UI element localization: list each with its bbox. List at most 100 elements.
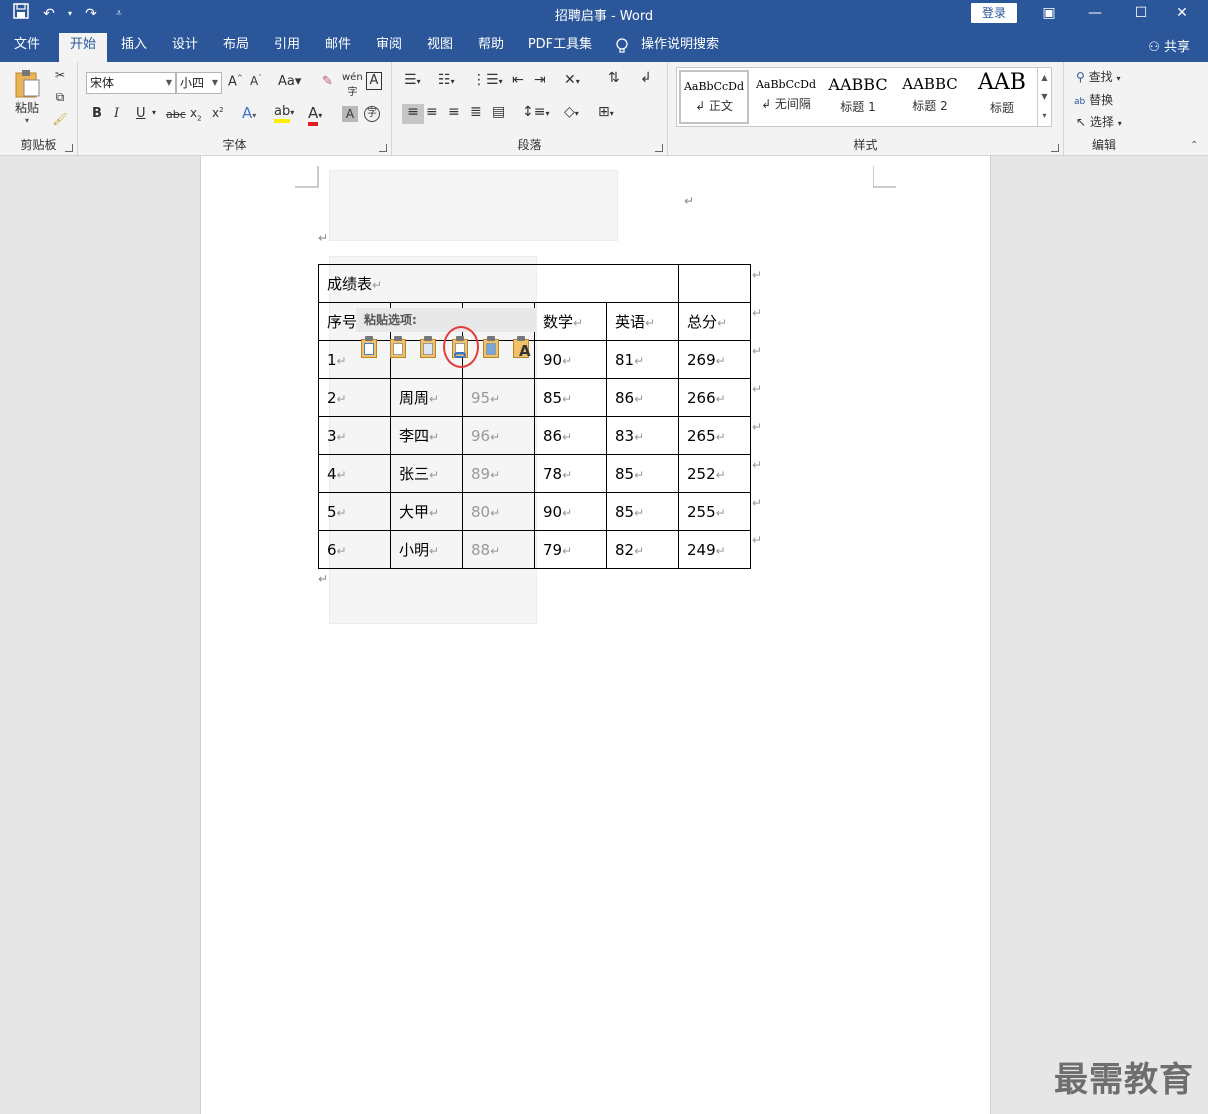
tab-review[interactable]: 审阅 [369, 33, 409, 62]
tab-references[interactable]: 引用 [267, 33, 307, 62]
table-cell[interactable]: 85↵ [606, 454, 679, 493]
table-header-cell[interactable]: 英语↵ [606, 302, 679, 341]
table-cell[interactable] [678, 264, 751, 303]
paste-picture-icon[interactable] [480, 336, 504, 360]
table-cell[interactable]: 85↵ [606, 492, 679, 531]
tab-view[interactable]: 视图 [420, 33, 460, 62]
maximize-icon[interactable]: ☐ [1118, 2, 1164, 24]
paragraph-launcher-icon[interactable] [655, 144, 663, 152]
gallery-scroll[interactable]: ▲ ▼ ▾ [1037, 68, 1051, 126]
paste-button[interactable]: 粘贴 ▾ [10, 68, 44, 125]
text-effects-icon[interactable]: A▾ [242, 104, 256, 122]
sort-icon[interactable]: ⇅ [608, 70, 620, 86]
tell-me-search[interactable]: 操作说明搜索 [638, 33, 722, 62]
table-cell[interactable]: 6↵ [318, 530, 391, 569]
table-cell[interactable]: 李四↵ [390, 416, 463, 455]
format-painter-icon[interactable]: 🖌 [52, 112, 68, 126]
table-cell[interactable]: 96↵ [462, 416, 535, 455]
collapse-ribbon-icon[interactable]: ⌃ [1190, 140, 1198, 151]
enclose-characters-icon[interactable]: 字 [364, 106, 380, 122]
show-formatting-icon[interactable]: ↲ [640, 70, 652, 86]
superscript-icon[interactable]: x2 [212, 106, 224, 120]
font-size-combo[interactable]: 小四 ▼ [176, 72, 222, 94]
gallery-more-icon[interactable]: ▾ [1038, 106, 1051, 125]
chevron-down-icon[interactable]: ▼ [1038, 87, 1051, 106]
font-color-icon[interactable]: A▾ [308, 104, 322, 126]
paste-insert-rows-icon[interactable] [417, 336, 441, 360]
table-cell[interactable]: 83↵ [606, 416, 679, 455]
style-heading-2[interactable]: AABBC 标题 2 [895, 70, 965, 124]
align-right-icon[interactable]: ≡ [448, 104, 460, 120]
increase-indent-icon[interactable]: ⇥ [534, 72, 546, 88]
italic-icon[interactable]: I [114, 106, 119, 121]
select-button[interactable]: ↖ 选择 ▾ [1076, 113, 1122, 130]
minimize-icon[interactable]: — [1072, 2, 1118, 24]
table-cell[interactable]: 79↵ [534, 530, 607, 569]
table-cell[interactable]: 周周↵ [390, 378, 463, 417]
line-spacing-icon[interactable]: ↕≡▾ [522, 104, 549, 120]
table-cell[interactable]: 88↵ [462, 530, 535, 569]
table-cell[interactable]: 255↵ [678, 492, 751, 531]
distributed-icon[interactable]: ▤ [492, 104, 505, 120]
character-border-icon[interactable]: A [366, 72, 382, 90]
style-normal[interactable]: AaBbCcDd ↲ 正文 [679, 70, 749, 124]
decrease-indent-icon[interactable]: ⇤ [512, 72, 524, 88]
table-cell[interactable]: 90↵ [534, 492, 607, 531]
table-cell[interactable]: 95↵ [462, 378, 535, 417]
table-cell[interactable]: 85↵ [534, 378, 607, 417]
table-cell[interactable]: 266↵ [678, 378, 751, 417]
tab-mailings[interactable]: 邮件 [318, 33, 358, 62]
tab-design[interactable]: 设计 [165, 33, 205, 62]
style-title[interactable]: AAB 标题 [967, 70, 1037, 124]
table-cell[interactable]: 90↵ [534, 340, 607, 379]
change-case-icon[interactable]: Aa▾ [278, 74, 301, 89]
paste-merge-table-icon[interactable] [387, 336, 411, 360]
styles-launcher-icon[interactable] [1051, 144, 1059, 152]
tab-file[interactable]: 文件 [6, 33, 48, 62]
ribbon-display-icon[interactable]: ▣ [1026, 2, 1072, 24]
table-cell[interactable]: 81↵ [606, 340, 679, 379]
tab-layout[interactable]: 布局 [216, 33, 256, 62]
clear-formatting-icon[interactable]: ✎ [322, 74, 333, 89]
table-cell[interactable]: 82↵ [606, 530, 679, 569]
table-header-cell[interactable]: 数学↵ [534, 302, 607, 341]
table-cell[interactable]: 80↵ [462, 492, 535, 531]
font-launcher-icon[interactable] [379, 144, 387, 152]
paste-text-only-icon[interactable]: A [510, 336, 534, 360]
table-cell[interactable]: 3↵ [318, 416, 391, 455]
chevron-down-icon[interactable]: ▾ [152, 108, 156, 117]
strikethrough-icon[interactable]: abc [166, 108, 186, 121]
multilevel-list-icon[interactable]: ⋮☰▾ [472, 72, 503, 88]
bold-icon[interactable]: B [92, 106, 102, 121]
subscript-icon[interactable]: x2 [190, 106, 202, 122]
table-cell[interactable]: 249↵ [678, 530, 751, 569]
grow-font-icon[interactable]: A^ [228, 74, 243, 89]
underline-icon[interactable]: U [136, 106, 146, 121]
style-heading-1[interactable]: AABBC 标题 1 [823, 70, 893, 124]
font-name-combo[interactable]: 宋体 ▼ [86, 72, 176, 94]
table-cell[interactable]: 269↵ [678, 340, 751, 379]
character-shading-icon[interactable]: A [342, 106, 358, 122]
borders-icon[interactable]: ⊞▾ [598, 104, 614, 120]
numbering-icon[interactable]: ☷▾ [438, 72, 455, 88]
replace-button[interactable]: ab 替换 [1074, 91, 1113, 108]
shading-icon[interactable]: ◇▾ [564, 104, 579, 120]
justify-icon[interactable]: ≣ [470, 104, 482, 120]
tab-home[interactable]: 开始 [59, 33, 107, 62]
table-cell[interactable]: 86↵ [606, 378, 679, 417]
bullets-icon[interactable]: ☰▾ [404, 72, 421, 88]
phonetic-guide-icon[interactable]: wén 字 [342, 72, 363, 98]
table-title-cell[interactable]: 成绩表↵ [318, 264, 679, 303]
clipboard-launcher-icon[interactable] [65, 144, 73, 152]
table-cell[interactable]: 89↵ [462, 454, 535, 493]
share-button[interactable]: ⚇ 共享 [1148, 36, 1190, 55]
align-left-icon[interactable]: ≡ [402, 104, 424, 124]
asian-layout-icon[interactable]: ✕▾ [564, 72, 580, 88]
table-cell[interactable]: 小明↵ [390, 530, 463, 569]
close-icon[interactable]: ✕ [1164, 2, 1200, 24]
chevron-up-icon[interactable]: ▲ [1038, 68, 1051, 87]
tab-insert[interactable]: 插入 [114, 33, 154, 62]
copy-icon[interactable]: ⧉ [52, 90, 68, 105]
table-cell[interactable]: 86↵ [534, 416, 607, 455]
tab-help[interactable]: 帮助 [471, 33, 511, 62]
